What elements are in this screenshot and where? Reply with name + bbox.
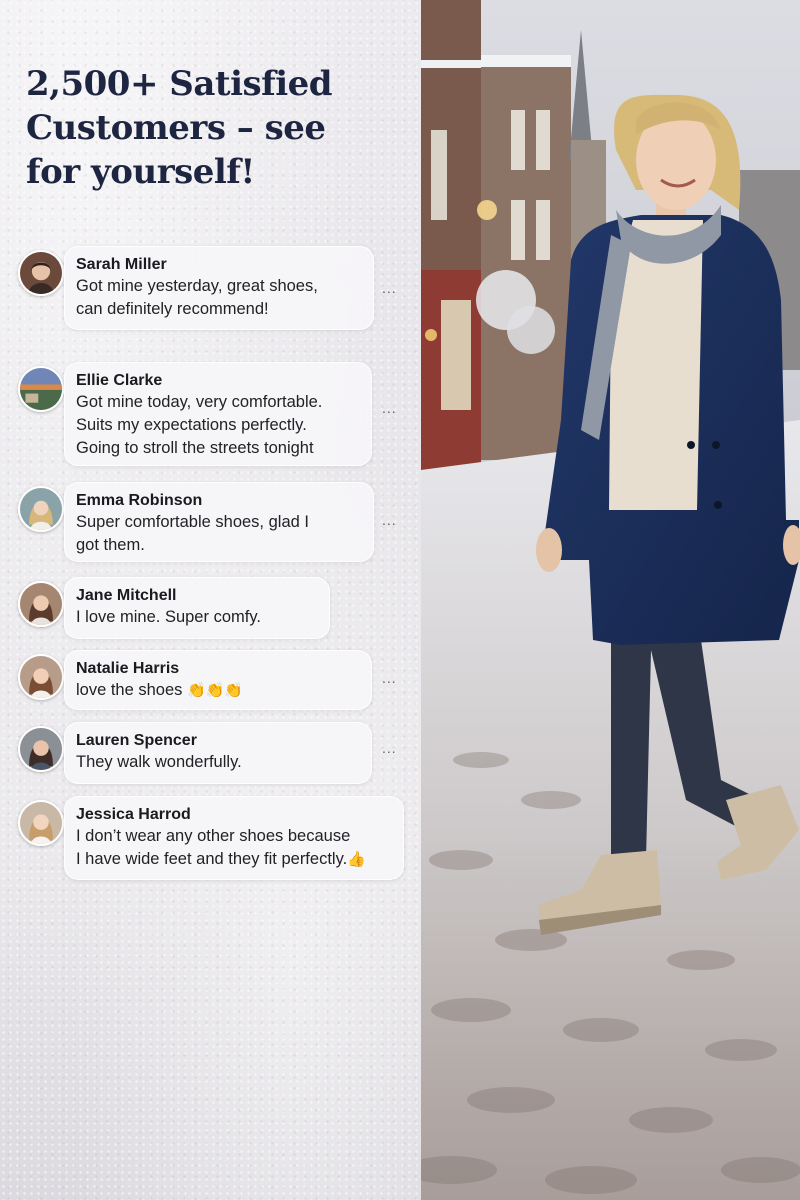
commenter-name[interactable]: Natalie Harris <box>76 659 359 679</box>
avatar[interactable] <box>18 486 64 532</box>
commenter-name[interactable]: Sarah Miller <box>76 255 361 275</box>
comment-bubble: Lauren Spencer They walk wonderfully. <box>64 722 372 784</box>
comment-text-line: Got mine yesterday, great shoes, <box>76 277 318 295</box>
more-options-icon[interactable]: ... <box>382 670 397 686</box>
commenter-name[interactable]: Lauren Spencer <box>76 731 359 751</box>
testimonials-panel: 2,500+ Satisfied Customers – see for you… <box>0 0 421 1200</box>
comment-bubble: Emma Robinson Super comfortable shoes, g… <box>64 482 374 562</box>
woman-walking-in-snow-illustration <box>421 0 800 1200</box>
comment-text-line: Super comfortable shoes, glad I <box>76 513 309 531</box>
comment-bubble: Jessica Harrod I don’t wear any other sh… <box>64 796 404 880</box>
comment-text-line: Going to stroll the streets tonight <box>76 439 314 457</box>
avatar[interactable] <box>18 581 64 627</box>
comment-text-line: can definitely recommend! <box>76 300 269 318</box>
comment-text: love the shoes <box>76 681 183 699</box>
comment-text-line: got them. <box>76 536 145 554</box>
more-options-icon[interactable]: ... <box>382 740 397 756</box>
comment-text-line: love the shoes 👏👏👏 <box>76 679 359 702</box>
comment-text-line: Got mine today, very comfortable. <box>76 393 323 411</box>
avatar[interactable] <box>18 250 64 296</box>
comment-text-line: I love mine. Super comfy. <box>76 608 261 626</box>
hero-photo <box>421 0 800 1200</box>
avatar[interactable] <box>18 726 64 772</box>
avatar[interactable] <box>18 800 64 846</box>
more-options-icon[interactable]: ... <box>382 280 397 296</box>
clapping-hands-icon: 👏👏👏 <box>187 682 244 699</box>
comment-bubble: Natalie Harris love the shoes 👏👏👏 <box>64 650 372 710</box>
comment-text-line: They walk wonderfully. <box>76 753 242 771</box>
commenter-name[interactable]: Emma Robinson <box>76 491 361 511</box>
more-options-icon[interactable]: ... <box>382 512 397 528</box>
commenter-name[interactable]: Jane Mitchell <box>76 586 317 606</box>
comment-text: I have wide feet and they fit perfectly. <box>76 850 348 868</box>
avatar[interactable] <box>18 366 64 412</box>
comment-text-line: I have wide feet and they fit perfectly.… <box>76 848 391 871</box>
avatar[interactable] <box>18 654 64 700</box>
comment-text-line: Suits my expectations perfectly. <box>76 416 307 434</box>
headline: 2,500+ Satisfied Customers – see for you… <box>26 64 333 192</box>
commenter-name[interactable]: Jessica Harrod <box>76 805 391 825</box>
comment-bubble: Ellie Clarke Got mine today, very comfor… <box>64 362 372 466</box>
comment-text-line: I don’t wear any other shoes because <box>76 827 351 845</box>
more-options-icon[interactable]: ... <box>382 400 397 416</box>
comment-bubble: Jane Mitchell I love mine. Super comfy. <box>64 577 330 639</box>
commenter-name[interactable]: Ellie Clarke <box>76 371 359 391</box>
thumbs-up-icon: 👍 <box>347 851 366 868</box>
comment-bubble: Sarah Miller Got mine yesterday, great s… <box>64 246 374 330</box>
